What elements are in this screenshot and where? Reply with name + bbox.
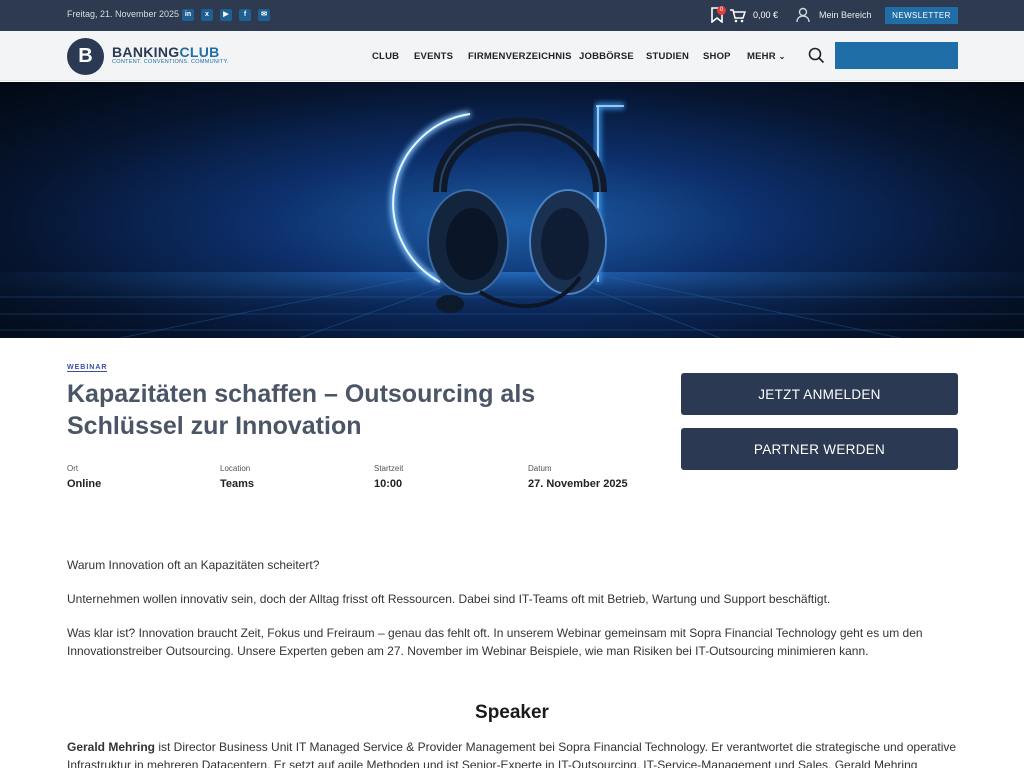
nav-item-jobboerse[interactable]: JOBBÖRSE — [579, 51, 634, 62]
meta-value-ort: Online — [67, 478, 102, 490]
nav-item-shop[interactable]: SHOP — [703, 51, 731, 62]
mail-icon[interactable]: ✉ — [258, 9, 270, 21]
nav-item-club[interactable]: CLUB — [372, 51, 399, 62]
chevron-down-icon: ⌄ — [778, 52, 786, 61]
logo-mark[interactable]: B — [67, 38, 104, 75]
user-icon[interactable] — [796, 7, 810, 23]
facebook-icon[interactable]: f — [239, 9, 251, 21]
nav-item-mehr-label: MEHR — [747, 51, 776, 62]
nav-item-studien[interactable]: STUDIEN — [646, 51, 689, 62]
bookmark-count-badge: 0 — [717, 6, 726, 15]
meta-label-ort: Ort — [67, 464, 79, 473]
meta-label-datum: Datum — [528, 464, 552, 473]
logo-word-banking: BANKING — [112, 44, 180, 60]
youtube-icon[interactable]: ▶ — [220, 9, 232, 21]
cart-total[interactable]: 0,00 € — [753, 10, 778, 20]
search-icon[interactable] — [808, 47, 825, 64]
hero-image — [0, 82, 1024, 338]
event-category-tag[interactable]: WEBINAR — [67, 364, 108, 372]
speaker-name: Gerald Mehring — [67, 740, 156, 754]
xing-icon[interactable]: x — [201, 9, 213, 21]
meta-label-location: Location — [220, 464, 251, 473]
speaker-heading: Speaker — [475, 702, 549, 723]
speaker-bio-text: ist Director Business Unit IT Managed Se… — [67, 740, 957, 768]
cart-icon[interactable] — [729, 8, 746, 23]
main-navigation: B BANKINGCLUB CONTENT. CONVENTIONS. COMM… — [0, 31, 1024, 81]
meta-label-startzeit: Startzeit — [374, 464, 404, 473]
nav-item-mehr[interactable]: MEHR ⌄ — [747, 51, 786, 62]
top-bar: Freitag, 21. November 2025 in x ▶ f ✉ 0 … — [0, 0, 1024, 31]
account-link[interactable]: Mein Bereich — [819, 10, 872, 20]
become-partner-button[interactable]: PARTNER WERDEN — [681, 428, 958, 470]
speaker-bio: Gerald Mehring ist Director Business Uni… — [67, 738, 962, 768]
nav-item-events[interactable]: EVENTS — [414, 51, 453, 62]
meta-value-startzeit: 10:00 — [374, 478, 403, 490]
logo-tagline: CONTENT. CONVENTIONS. COMMUNITY. — [112, 59, 229, 65]
logo-word-club: CLUB — [179, 44, 220, 60]
meta-value-location: Teams — [220, 478, 255, 490]
webinar-description: Was klar ist? Innovation braucht Zeit, F… — [67, 626, 923, 658]
register-button[interactable]: JETZT ANMELDEN — [681, 373, 958, 415]
header-action-button[interactable] — [835, 42, 958, 69]
logo-wordmark[interactable]: BANKINGCLUB — [112, 44, 220, 60]
linkedin-icon[interactable]: in — [182, 9, 194, 21]
headset-illustration — [0, 103, 1024, 338]
page-title: Kapazitäten schaffen – Outsourcing als S… — [67, 380, 536, 440]
newsletter-button[interactable]: NEWSLETTER — [885, 7, 958, 24]
current-date: Freitag, 21. November 2025 — [67, 9, 180, 19]
intro-paragraph: Unternehmen wollen innovativ sein, doch … — [67, 592, 831, 606]
nav-item-firmenverzeichnis[interactable]: FIRMENVERZEICHNIS — [468, 51, 572, 62]
intro-question: Warum Innovation oft an Kapazitäten sche… — [67, 558, 320, 572]
meta-value-datum: 27. November 2025 — [528, 478, 628, 490]
